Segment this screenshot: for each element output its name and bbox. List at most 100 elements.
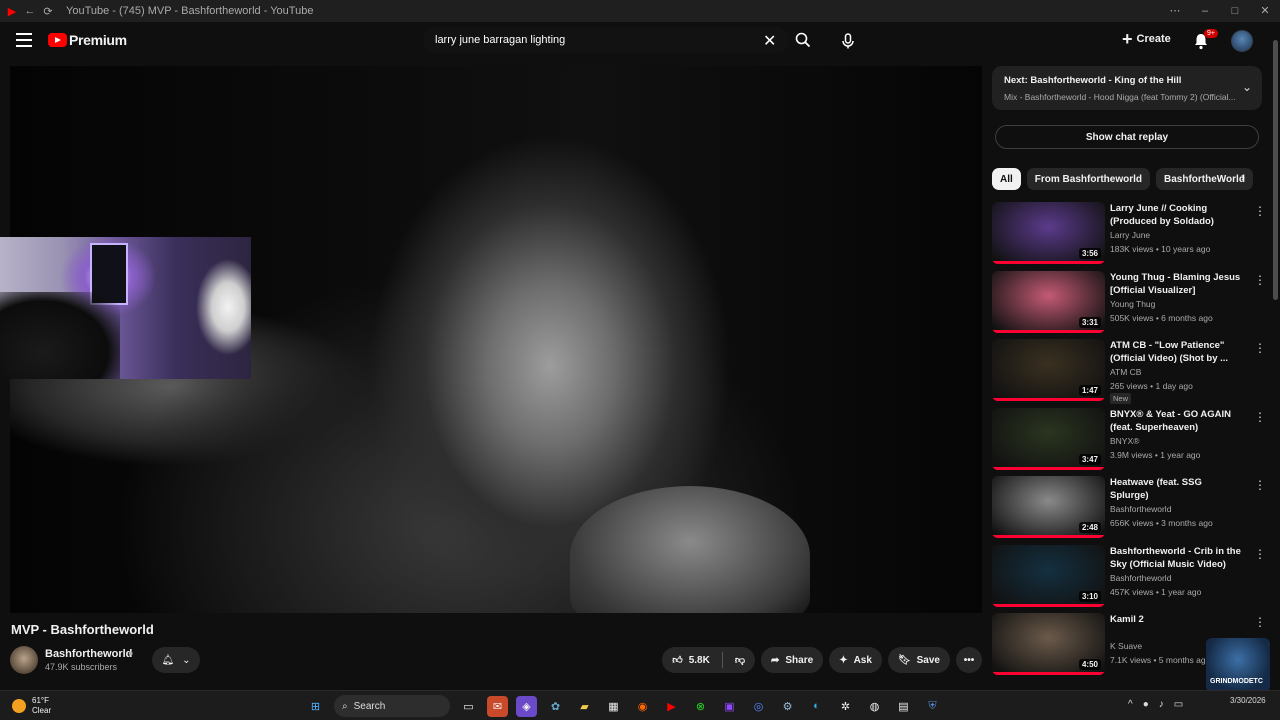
copilot-icon[interactable]: ✿ [545,696,566,717]
recommendation-channel[interactable]: ATM CB [1110,367,1141,377]
chip-channel[interactable]: BashfortheWorld [1156,168,1253,190]
steam-icon[interactable]: ⚙ [777,696,798,717]
weather-widget[interactable]: 61°F Clear [12,696,51,716]
verified-icon: ● [128,648,134,658]
maximize-button[interactable]: □ [1220,0,1250,22]
recommendation-item[interactable]: 3:56 Larry June // Cooking (Produced by S… [992,202,1266,264]
account-avatar[interactable] [1231,30,1253,52]
save-button[interactable]: 🔖︎ Save [887,647,950,673]
twitch-icon[interactable]: ▣ [719,696,740,717]
video-thumbnail[interactable]: 3:56 [992,202,1105,264]
recommendation-item[interactable]: 3:47 BNYX® & Yeat - GO AGAIN (feat. Super… [992,407,1266,470]
more-vertical-icon[interactable]: ⋮ [1254,479,1266,491]
recommendation-channel[interactable]: Bashfortheworld [1110,504,1171,514]
close-button[interactable]: ✕ [1250,0,1280,22]
chip-all[interactable]: All [992,168,1021,190]
security-icon[interactable]: ⛨ [922,696,943,717]
dislike-button[interactable]: 👎︎ [729,654,755,666]
recommendation-channel[interactable]: K Suave [1110,641,1142,651]
channel-avatar[interactable] [10,646,38,674]
recommendation-channel[interactable]: Bashfortheworld [1110,573,1171,583]
microphone-tray-icon[interactable]: ♪ [1159,699,1164,710]
windows-start-icon[interactable]: ⊞ [305,696,326,717]
up-next-panel[interactable]: Next: Bashfortheworld - King of the Hill… [992,66,1262,110]
edge-icon[interactable]: ◐ [806,696,827,717]
menu-icon[interactable] [16,33,32,47]
channel-name[interactable]: Bashfortheworld [45,648,132,660]
recommendation-title[interactable]: ATM CB - "Low Patience" (Official Video)… [1110,339,1242,365]
clear-search-icon[interactable]: ✕ [763,31,776,51]
share-label: Share [785,654,814,666]
video-thumbnail[interactable]: 3:31 [992,270,1105,333]
app-icon-blue[interactable]: ◎ [748,696,769,717]
recommendation-item[interactable]: 3:10 Bashfortheworld - Crib in the Sky (O… [992,544,1266,607]
app-icon-purple[interactable]: ◈ [516,695,537,717]
video-duration: 3:10 [1078,590,1101,602]
store-icon[interactable]: ▦ [603,696,624,717]
chevron-down-icon[interactable]: ⌄ [1242,80,1252,94]
search-input[interactable] [435,34,735,46]
more-vertical-icon[interactable]: ⋮ [1254,411,1266,423]
terminal-icon[interactable]: ▤ [893,696,914,717]
more-vertical-icon[interactable]: ⋮ [1254,342,1266,354]
chevron-right-icon[interactable]: › [1241,170,1245,184]
app-menu-icon[interactable]: ⋯ [1160,0,1190,22]
more-actions-button[interactable]: ••• [956,647,982,673]
task-view-icon[interactable]: ▭ [458,696,479,717]
recommendation-title[interactable]: Larry June // Cooking (Produced by Solda… [1110,202,1242,228]
filter-chips: All From Bashfortheworld BashfortheWorld [992,168,1253,190]
video-thumbnail[interactable]: 3:10 [992,544,1105,607]
search-button[interactable] [788,27,818,53]
recommendation-item[interactable]: 2:48 Heatwave (feat. SSG Splurge) Bashfort… [992,476,1266,538]
video-thumbnail[interactable]: 1:47 [992,339,1105,401]
minimize-button[interactable]: – [1190,0,1220,22]
recommendation-channel[interactable]: Young Thug [1110,299,1155,309]
tray-app-icon[interactable]: ● [1143,699,1149,710]
more-vertical-icon[interactable]: ⋮ [1254,548,1266,560]
voice-search-button[interactable] [834,27,862,55]
video-thumbnail[interactable]: 3:47 [992,407,1105,470]
file-explorer-icon[interactable]: ▰ [574,696,595,717]
back-arrow-icon[interactable]: ← [24,5,36,17]
recommendation-item[interactable]: 3:31 Young Thug - Blaming Jesus [Official… [992,270,1266,333]
recommendation-title[interactable]: Young Thug - Blaming Jesus [Official Vis… [1110,271,1242,297]
video-thumbnail[interactable]: 2:48 [992,476,1105,538]
more-horizontal-icon: ••• [963,654,975,666]
share-button[interactable]: ➦ Share [761,647,824,673]
recommendation-channel[interactable]: BNYX® [1110,436,1139,446]
more-vertical-icon[interactable]: ⋮ [1254,205,1266,217]
watch-progress-bar [992,261,1105,264]
taskbar-search[interactable]: ⌕ Search [334,695,450,717]
youtube-taskbar-icon[interactable]: ▶ [661,696,682,717]
taskbar-clock[interactable]: 3/30/2026 [1230,696,1266,706]
refresh-icon[interactable]: ⟳ [42,5,54,18]
app-icon-orange[interactable]: ◉ [632,696,653,717]
subscription-bell-button[interactable]: 🔔︎ ⌄ [152,647,200,673]
show-chat-replay-button[interactable]: Show chat replay [995,125,1259,149]
app-icon-gray[interactable]: ✲ [835,696,856,717]
video-duration: 2:48 [1078,522,1101,533]
recommendation-channel[interactable]: Larry June [1110,230,1150,240]
like-button[interactable]: 👍︎ 5.8K [672,654,710,667]
recommendation-item[interactable]: 1:47 ATM CB - "Low Patience" (Official Vi… [992,339,1266,404]
watch-progress-bar [992,466,1105,470]
chrome-icon[interactable]: ◍ [864,696,885,717]
search-box[interactable]: ✕ [423,27,789,53]
tray-overflow-icon[interactable]: ^ [1128,699,1133,710]
xbox-icon[interactable]: ⊗ [690,696,711,717]
recommendation-title[interactable]: Kamil 2 [1110,613,1242,626]
youtube-logo[interactable]: Premium [48,32,127,48]
more-vertical-icon[interactable]: ⋮ [1254,616,1266,628]
recommendation-title[interactable]: Heatwave (feat. SSG Splurge) [1110,476,1242,502]
page-scrollbar[interactable] [1273,40,1278,300]
recommendation-title[interactable]: Bashfortheworld - Crib in the Sky (Offic… [1110,545,1242,571]
recommendation-title[interactable]: BNYX® & Yeat - GO AGAIN (feat. Superheav… [1110,408,1242,434]
ask-button[interactable]: ✦ Ask [829,647,882,673]
more-vertical-icon[interactable]: ⋮ [1254,274,1266,286]
display-icon[interactable]: ▭ [1174,699,1183,710]
video-thumbnail[interactable]: 4:50 [992,613,1105,675]
chip-from-channel[interactable]: From Bashfortheworld [1026,168,1151,190]
video-duration: 1:47 [1078,385,1101,396]
mail-app-icon[interactable]: ✉ [487,695,508,717]
create-button[interactable]: + Create [1122,30,1171,48]
